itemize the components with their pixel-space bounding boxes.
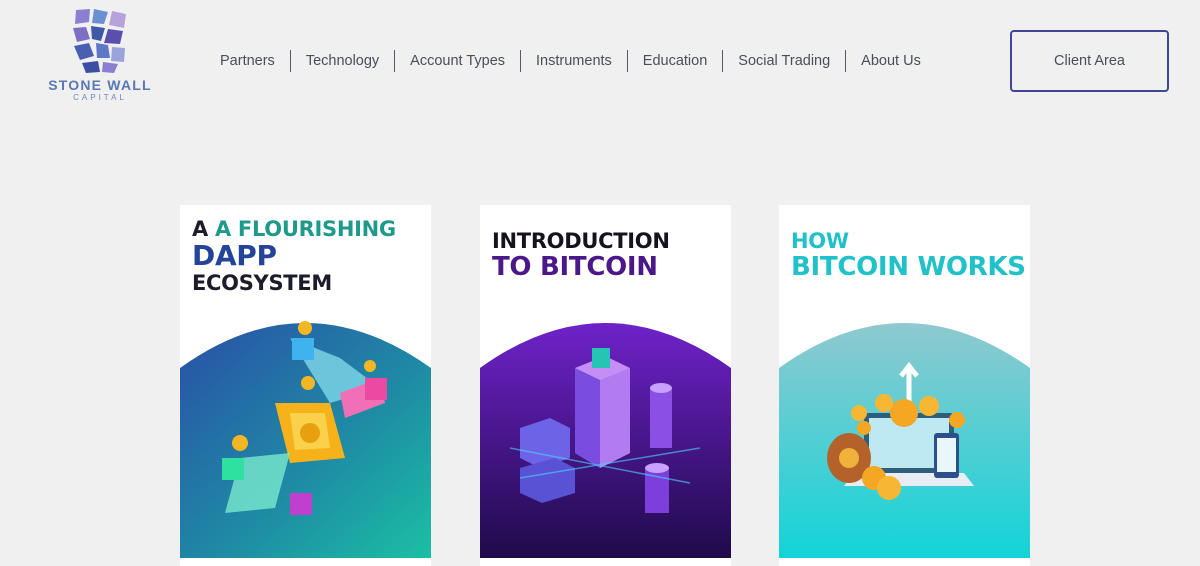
stone-wall-logo-icon <box>73 9 126 73</box>
logo-tagline: CAPITAL <box>73 93 127 102</box>
client-area-button[interactable]: Client Area <box>1010 30 1169 92</box>
card-title: HOW BITCOIN WORKS <box>791 229 1026 281</box>
card-dapp-ecosystem[interactable]: A A FLOURISHING DAPP ECOSYSTEM <box>180 205 431 566</box>
nav-account-types[interactable]: Account Types <box>394 50 520 72</box>
card-title: INTRODUCTION TO BITCOIN <box>492 229 670 281</box>
card-title-line-2: BITCOIN WORKS <box>791 252 1026 282</box>
main-nav: Partners Technology Account Types Instru… <box>205 50 936 72</box>
brand-logo[interactable]: STONE WALL CAPITAL <box>38 8 162 102</box>
nav-education[interactable]: Education <box>626 50 723 72</box>
card-title: A A FLOURISHING DAPP ECOSYSTEM <box>192 217 396 295</box>
card-title-line-3: ECOSYSTEM <box>192 271 332 295</box>
nav-about-us[interactable]: About Us <box>845 50 936 72</box>
logo-name: STONE WALL <box>48 77 152 93</box>
card-title-line-1: INTRODUCTION <box>492 229 670 253</box>
card-title-line-1: A FLOURISHING <box>214 217 396 241</box>
card-how-bitcoin-works[interactable]: HOW BITCOIN WORKS <box>779 205 1030 566</box>
nav-social-trading[interactable]: Social Trading <box>722 50 845 72</box>
card-title-line-1: HOW <box>791 229 849 253</box>
nav-instruments[interactable]: Instruments <box>520 50 627 72</box>
bitcoin-city-illustration-icon <box>480 323 731 558</box>
nav-technology[interactable]: Technology <box>289 50 394 72</box>
nav-partners[interactable]: Partners <box>205 50 290 72</box>
card-title-line-2: TO BITCOIN <box>492 252 658 282</box>
bitcoin-works-illustration-icon <box>779 323 1030 558</box>
dapp-ecosystem-illustration-icon <box>180 321 431 558</box>
card-title-line-2: DAPP <box>192 239 277 272</box>
card-intro-bitcoin[interactable]: INTRODUCTION TO BITCOIN <box>480 205 731 566</box>
